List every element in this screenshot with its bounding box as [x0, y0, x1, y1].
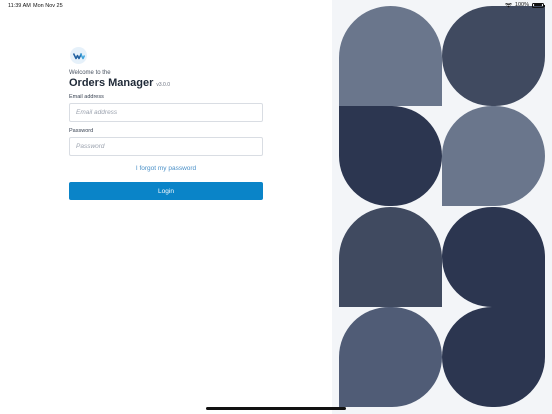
app-title: Orders Manager	[69, 77, 154, 89]
password-label: Password	[69, 128, 94, 134]
decor-shape	[339, 307, 442, 407]
battery-fill	[533, 4, 543, 6]
email-label: Email address	[69, 94, 104, 100]
decor-shape	[339, 106, 442, 206]
decorative-panel	[332, 0, 552, 414]
decor-shape	[442, 106, 545, 206]
status-bar: 11:39 AM Mon Nov 25 100%	[0, 0, 552, 12]
battery-percent: 100%	[514, 2, 529, 8]
email-field[interactable]	[69, 103, 263, 122]
welcome-text: Welcome to the	[69, 70, 111, 76]
decor-shape	[339, 6, 442, 106]
wifi-icon	[504, 2, 512, 7]
home-indicator[interactable]	[206, 407, 346, 410]
app-logo-icon	[70, 47, 87, 64]
decor-shape	[442, 6, 545, 106]
forgot-password-link[interactable]: I forgot my password	[69, 165, 263, 172]
decor-shape	[339, 207, 442, 307]
status-date: Mon Nov 25	[33, 3, 63, 9]
decor-shape	[442, 307, 545, 407]
login-panel: Welcome to the Orders Manager v3.0.0 Ema…	[0, 0, 332, 414]
password-field[interactable]	[69, 137, 263, 156]
logo-mark	[72, 52, 85, 59]
status-time: 11:39 AM	[8, 3, 31, 9]
status-right: 100%	[504, 2, 545, 8]
decor-shape	[442, 207, 545, 307]
app-version: v3.0.0	[156, 82, 170, 88]
title-row: Orders Manager v3.0.0	[69, 77, 170, 89]
battery-icon	[532, 2, 545, 8]
login-button[interactable]: Login	[69, 182, 263, 200]
